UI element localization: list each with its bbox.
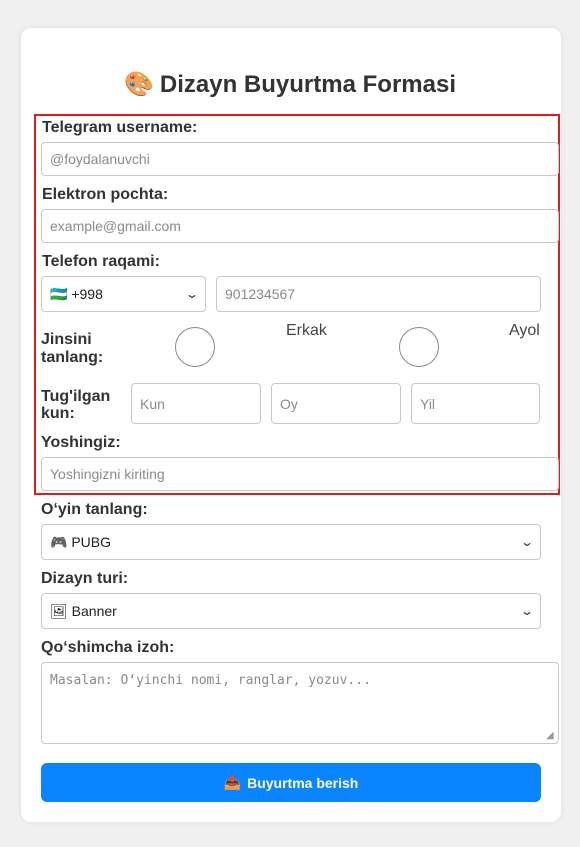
birth-year-input[interactable] [411, 383, 540, 424]
telegram-username-input[interactable] [41, 142, 559, 176]
age-label: Yoshingiz: [41, 434, 121, 451]
resize-grip-icon[interactable]: ◢ [546, 731, 556, 741]
birthday-label: Tug'ilgan kun: [41, 388, 111, 422]
form-title: 🎨 Dizayn Buyurtma Formasi [0, 70, 580, 99]
palette-icon: 🎨 [124, 71, 154, 98]
country-code-value: 🇺🇿 +998 [50, 285, 103, 302]
gender-female-radio[interactable] [399, 327, 439, 367]
phone-label: Telefon raqami: [42, 253, 160, 270]
gender-label: Jinsini tanlang: [41, 331, 104, 366]
country-code-select[interactable]: 🇺🇿 +998 ⌄ [41, 276, 206, 312]
form-title-text: Dizayn Buyurtma Formasi [159, 71, 456, 98]
game-select-value: 🎮 PUBG [50, 533, 111, 550]
birth-day-input[interactable] [131, 383, 261, 424]
gender-male-label: Erkak [286, 322, 327, 339]
chevron-down-icon: ⌄ [184, 287, 200, 301]
email-input[interactable] [41, 209, 559, 243]
chevron-down-icon: ⌄ [519, 535, 535, 549]
phone-number-input[interactable] [216, 276, 541, 312]
age-input[interactable] [41, 457, 559, 491]
gender-male-radio[interactable] [175, 327, 215, 367]
submit-order-button[interactable]: 📤 Buyurtma berish [41, 763, 541, 802]
outbox-icon: 📤 [223, 774, 242, 790]
note-textarea[interactable] [41, 662, 559, 744]
design-type-select[interactable]: 🖼 Banner ⌄ [41, 593, 541, 629]
game-select[interactable]: 🎮 PUBG ⌄ [41, 524, 541, 560]
gender-female-label: Ayol [509, 322, 540, 339]
telegram-label: Telegram username: [42, 119, 198, 136]
design-type-label: Dizayn turi: [41, 570, 129, 587]
design-type-select-value: 🖼 Banner [50, 602, 117, 619]
submit-order-label: Buyurtma berish [247, 774, 359, 791]
email-label: Elektron pochta: [42, 186, 169, 203]
game-label: O‘yin tanlang: [41, 501, 148, 518]
note-label: Qo‘shimcha izoh: [41, 639, 175, 656]
birth-month-input[interactable] [271, 383, 401, 424]
chevron-down-icon: ⌄ [519, 604, 535, 618]
